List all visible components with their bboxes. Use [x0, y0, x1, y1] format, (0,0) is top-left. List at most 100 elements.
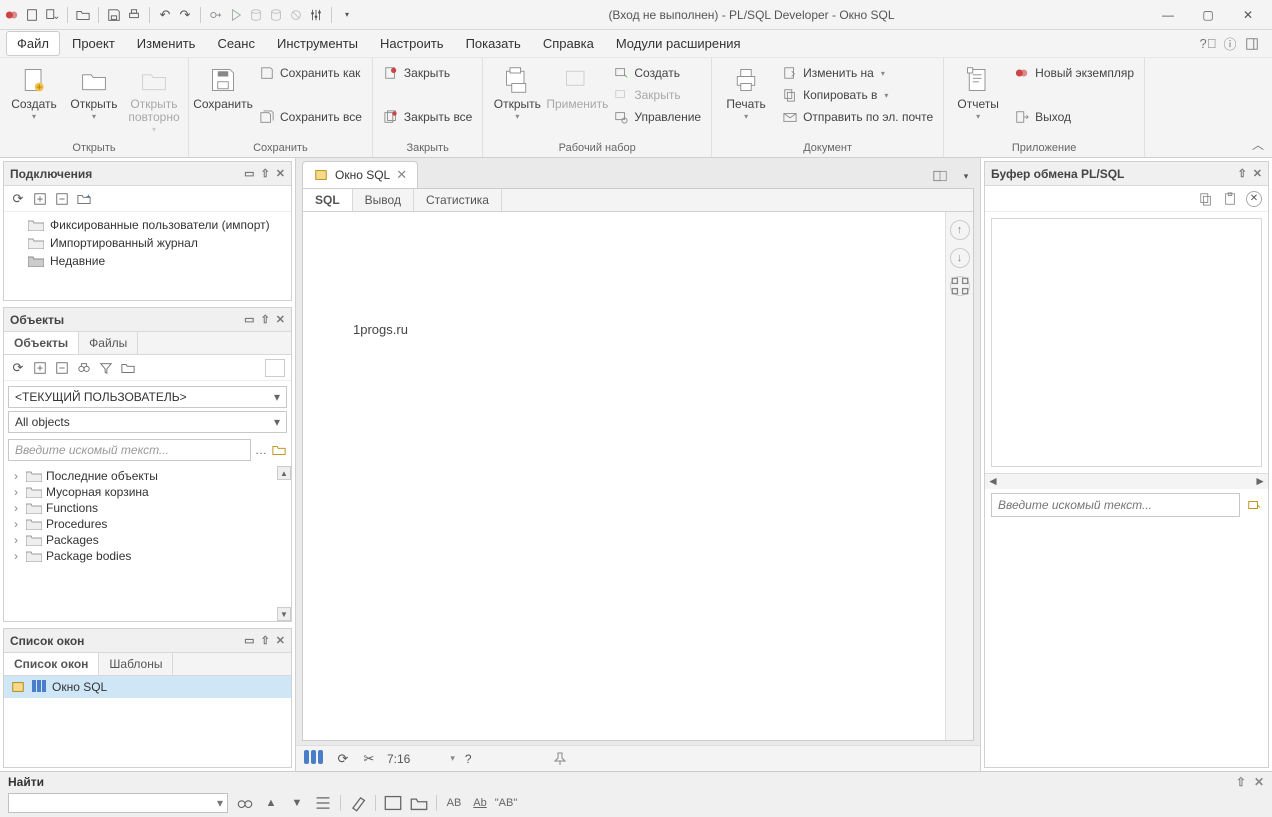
tab-files[interactable]: Файлы — [79, 332, 138, 354]
open-folder-icon[interactable] — [75, 7, 91, 23]
panel-icon[interactable] — [1244, 36, 1260, 52]
objtree-item[interactable]: ›Последние объекты — [8, 468, 287, 484]
sql-editor[interactable]: 1progs.ru — [303, 212, 945, 740]
find-combo[interactable]: ▾ — [8, 793, 228, 813]
window-list-item[interactable]: Окно SQL — [4, 676, 291, 698]
expand-icon[interactable] — [32, 360, 48, 376]
maximize-button[interactable]: ▢ — [1188, 1, 1228, 29]
copy-to-button[interactable]: Копировать в ▾ — [778, 84, 937, 106]
db-icon[interactable] — [248, 7, 264, 23]
find-next-icon[interactable]: ▼ — [288, 794, 306, 812]
clip-hscroll[interactable]: ◄► — [985, 473, 1268, 489]
ws-manage-button[interactable]: Управление — [609, 106, 705, 128]
panel-close-icon[interactable]: ✕ — [276, 634, 285, 647]
collapse-icon[interactable] — [54, 360, 70, 376]
find-scope-window-icon[interactable] — [384, 794, 402, 812]
nav-down-icon[interactable]: ↓ — [950, 248, 970, 268]
change-to-button[interactable]: Изменить на ▾ — [778, 62, 937, 84]
panel-pin-icon[interactable]: ⇧ — [261, 313, 270, 326]
scroll-up-icon[interactable]: ▲ — [277, 466, 291, 480]
sliders-icon[interactable] — [308, 7, 324, 23]
panel-close-icon[interactable]: ✕ — [1253, 167, 1262, 180]
status-chevron-icon[interactable]: ▾ — [450, 753, 455, 764]
conn-item[interactable]: Недавние — [10, 252, 285, 270]
clear-clip-icon[interactable]: ✕ — [1246, 191, 1262, 207]
objtree-item[interactable]: ›Мусорная корзина — [8, 484, 287, 500]
reports-button[interactable]: Отчеты▾ — [950, 62, 1006, 124]
menu-show[interactable]: Показать — [456, 32, 531, 55]
objtree-item[interactable]: ›Packages — [8, 532, 287, 548]
folder-new-icon[interactable] — [76, 191, 92, 207]
find-word-icon[interactable]: Ab — [471, 794, 489, 812]
stop-icon[interactable] — [288, 7, 304, 23]
binoculars-icon[interactable] — [76, 360, 92, 376]
layout-icon[interactable] — [932, 168, 948, 184]
sql-tab-sql[interactable]: SQL — [303, 189, 353, 211]
status-pin-icon[interactable] — [552, 751, 568, 767]
search-more-icon[interactable]: … — [255, 443, 267, 457]
objtree-item[interactable]: ›Package bodies — [8, 548, 287, 564]
add-icon[interactable] — [32, 191, 48, 207]
menu-edit[interactable]: Изменить — [127, 32, 206, 55]
scroll-down-icon[interactable]: ▼ — [277, 607, 291, 621]
save-icon[interactable] — [106, 7, 122, 23]
search-folder-icon[interactable] — [271, 442, 287, 458]
create-button[interactable]: Создать▾ — [6, 62, 62, 124]
panel-pin-icon[interactable]: ⇧ — [1238, 167, 1247, 180]
refresh-icon[interactable]: ⟳ — [10, 191, 26, 207]
find-scope-folder-icon[interactable] — [410, 794, 428, 812]
save-as-button[interactable]: Сохранить как — [255, 62, 366, 84]
panel-close-icon[interactable]: ✕ — [276, 313, 285, 326]
clip-search-go-icon[interactable] — [1246, 497, 1262, 513]
folder-icon[interactable] — [120, 360, 136, 376]
new-instance-button[interactable]: Новый экземпляр — [1010, 62, 1138, 84]
menu-file[interactable]: Файл — [6, 31, 60, 56]
panel-close-icon[interactable]: ✕ — [1254, 775, 1264, 789]
minimize-button[interactable]: — — [1148, 1, 1188, 29]
ribbon-collapse-icon[interactable]: ︿ — [1252, 136, 1264, 153]
tab-winlist[interactable]: Список окон — [4, 653, 99, 675]
doc-tab[interactable]: Окно SQL ✕ — [302, 161, 418, 188]
panel-pin-icon[interactable]: ⇧ — [261, 634, 270, 647]
help-icon[interactable]: ?⃝ — [1200, 36, 1216, 52]
tab-templates[interactable]: Шаблоны — [99, 653, 173, 675]
find-prev-icon[interactable]: ▲ — [262, 794, 280, 812]
find-binoculars-icon[interactable] — [236, 794, 254, 812]
conn-item[interactable]: Фиксированные пользователи (импорт) — [10, 216, 285, 234]
find-highlight-icon[interactable] — [349, 794, 367, 812]
exit-button[interactable]: Выход — [1010, 106, 1138, 128]
send-mail-button[interactable]: Отправить по эл. почте — [778, 106, 937, 128]
ws-open-button[interactable]: Открыть▾ — [489, 62, 545, 124]
structure-icon[interactable] — [950, 276, 970, 296]
panel-restore-icon[interactable]: ▭ — [244, 313, 254, 326]
new-dropdown-icon[interactable] — [44, 7, 60, 23]
ws-apply-button[interactable]: Применить — [549, 62, 605, 113]
menu-help[interactable]: Справка — [533, 32, 604, 55]
search-input[interactable]: Введите искомый текст... — [8, 439, 251, 461]
paste-clip-icon[interactable] — [1222, 191, 1238, 207]
find-list-icon[interactable] — [314, 794, 332, 812]
sql-tab-stats[interactable]: Статистика — [414, 189, 502, 211]
panel-close-icon[interactable]: ✕ — [276, 167, 285, 180]
status-refresh-icon[interactable]: ⟳ — [335, 751, 351, 767]
refresh-icon[interactable]: ⟳ — [10, 360, 26, 376]
ws-create-button[interactable]: Создать — [609, 62, 705, 84]
save-button[interactable]: Сохранить — [195, 62, 251, 113]
conn-item[interactable]: Импортированный журнал — [10, 234, 285, 252]
clipboard-list[interactable] — [991, 218, 1262, 467]
undo-icon[interactable]: ↶ — [157, 7, 173, 23]
menu-project[interactable]: Проект — [62, 32, 125, 55]
ws-close-button[interactable]: Закрыть — [609, 84, 705, 106]
info-icon[interactable]: ⓘ — [1222, 36, 1238, 52]
status-scissors-icon[interactable]: ✂ — [361, 751, 377, 767]
open-button[interactable]: Открыть▾ — [66, 62, 122, 124]
panel-restore-icon[interactable]: ▭ — [244, 167, 254, 180]
key-icon[interactable] — [208, 7, 224, 23]
filter-combo[interactable]: All objects▾ — [8, 411, 287, 433]
doc-close-icon[interactable]: ✕ — [396, 167, 407, 183]
run-icon[interactable] — [228, 7, 244, 23]
clip-search-input[interactable] — [991, 493, 1240, 517]
find-regex-icon[interactable]: "AB" — [497, 794, 515, 812]
objtree-item[interactable]: ›Procedures — [8, 516, 287, 532]
menu-tools[interactable]: Инструменты — [267, 32, 368, 55]
